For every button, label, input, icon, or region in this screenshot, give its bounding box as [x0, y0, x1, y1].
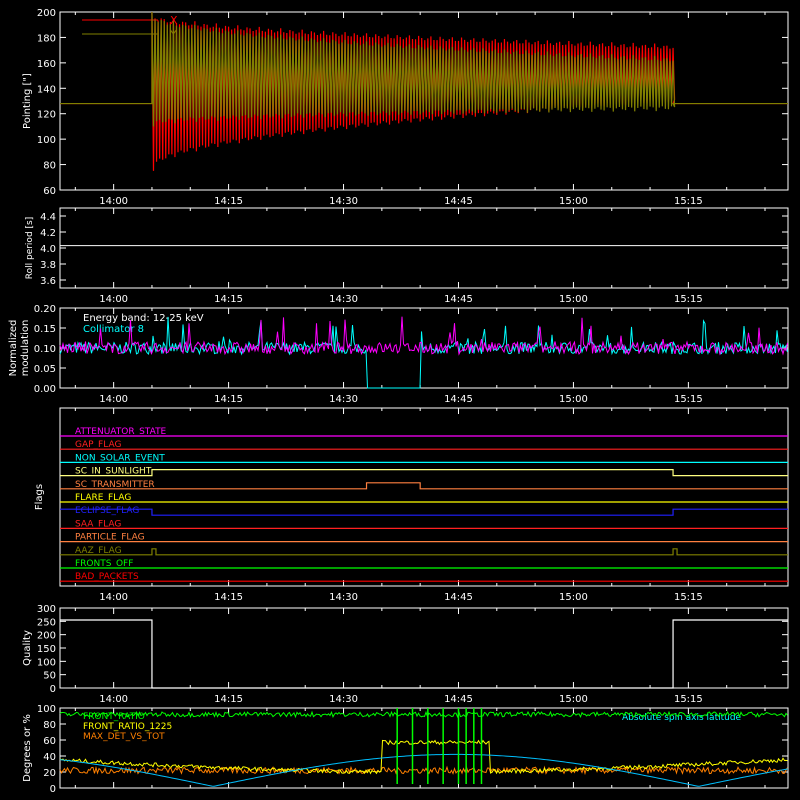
- panel1-xtick-label-4: 15:00: [559, 196, 588, 207]
- panel2-ytick-label-4: 4.4: [40, 212, 56, 223]
- flag-label-flare_flag: FLARE_FLAG: [75, 493, 131, 503]
- panel2-xtick-label-1: 14:15: [214, 294, 243, 305]
- panel1-ytick-label-2: 100: [37, 135, 56, 146]
- flag-line-sc_in_sunlight: [60, 469, 788, 477]
- panel5-ytick-label-1: 50: [43, 671, 56, 682]
- panel1-ytick-label-3: 120: [37, 110, 56, 121]
- panel3-xtick-label-2: 14:30: [329, 394, 358, 405]
- panel2-ytick-label-0: 3.6: [40, 276, 56, 287]
- panel3-ytick-label-1: 0.05: [34, 364, 56, 375]
- panel6-ytick-label-0: 0: [50, 784, 56, 795]
- panel1-xtick-label-2: 14:30: [329, 196, 358, 207]
- panel2-ylabel: Roll period [s]: [25, 217, 35, 279]
- panel1-ytick-label-6: 180: [37, 33, 56, 44]
- quality-line: [60, 619, 788, 689]
- panel3-xtick-label-0: 14:00: [99, 394, 128, 405]
- flag-label-bad_packets: BAD_PACKETS: [75, 572, 139, 582]
- flag-label-attenuator_state: ATTENUATOR_STATE: [75, 427, 167, 437]
- flag-label-saa_flag: SAA_FLAG: [75, 519, 121, 529]
- panel1-xtick-label-3: 14:45: [444, 196, 473, 207]
- panel5-ylabel: Quality: [22, 630, 33, 666]
- panel3-ylabel-line2: modulation: [20, 320, 31, 377]
- energy-band-annotation: Energy band: 12-25 keV: [83, 313, 204, 324]
- flag-label-aaz_flag: AAZ_FLAG: [75, 546, 122, 556]
- panel6-ylabel: Degrees or %: [22, 714, 33, 782]
- generated-marks: 608010012014016018020014:00 14:15 14:30 14:…: [34, 8, 789, 795]
- collimator-annotation: Collimator 8: [83, 324, 144, 335]
- panel5-xtick-label-2: 14:30: [329, 694, 358, 705]
- panel1-ytick-label-4: 140: [37, 84, 56, 95]
- panel1-xtick-label-0: 14:00: [99, 196, 128, 207]
- panel1-ylabel: Pointing ["]: [22, 73, 33, 129]
- panel3-xtick-label-4: 15:00: [559, 394, 588, 405]
- panel3-xtick-label-3: 14:45: [444, 394, 473, 405]
- panel4-xtick-label-0: 14:00: [99, 592, 128, 603]
- panel5-ytick-label-6: 300: [37, 604, 56, 615]
- legend-max-det: MAX_DET_VS_TOT: [83, 732, 165, 742]
- legend-front-ratio-1225: FRONT_RATIO_1225: [83, 722, 172, 732]
- panel1-xtick-label-1: 14:15: [214, 196, 243, 207]
- panel4-xtick-label-3: 14:45: [444, 592, 473, 603]
- panel2-ytick-label-1: 3.8: [40, 260, 56, 271]
- flag-label-eclipse_flag: ECLIPSE_FLAG: [75, 506, 139, 516]
- panel5-xtick-label-5: 15:15: [674, 694, 703, 705]
- panel3-xtick-label-5: 15:15: [674, 394, 703, 405]
- flag-label-sc_transmitter: SC_TRANSMITTER: [75, 480, 155, 490]
- flag-line-aaz_flag: [60, 548, 788, 556]
- panel4-xtick-label-2: 14:30: [329, 592, 358, 603]
- panel1-ytick-label-1: 80: [43, 161, 56, 172]
- flag-label-non_solar_event: NON_SOLAR_EVENT: [75, 453, 165, 463]
- panel5-xtick-label-3: 14:45: [444, 694, 473, 705]
- panel1-ytick-label-0: 60: [43, 186, 56, 197]
- flag-line-sc_transmitter: [60, 482, 788, 490]
- panel5-ytick-label-5: 250: [37, 617, 56, 628]
- panel6-ytick-label-3: 60: [43, 736, 56, 747]
- panel4-xtick-label-5: 15:15: [674, 592, 703, 603]
- panel2-xtick-label-4: 15:00: [559, 294, 588, 305]
- panel3-ytick-label-3: 0.15: [34, 324, 56, 335]
- flag-label-particle_flag: PARTICLE_FLAG: [75, 533, 145, 543]
- panel6-ytick-label-1: 20: [43, 768, 56, 779]
- panel3-ytick-label-4: 0.20: [34, 304, 56, 315]
- flag-label-sc_in_sunlight: SC_IN_SUNLIGHT: [75, 467, 152, 477]
- panel6-ytick-label-4: 80: [43, 720, 56, 731]
- panel1-ytick-label-7: 200: [37, 8, 56, 19]
- panel5-xtick-label-1: 14:15: [214, 694, 243, 705]
- flag-line-eclipse_flag: [60, 508, 788, 516]
- panel1-xtick-label-5: 15:15: [674, 196, 703, 207]
- panel3-ylabel-line1: Normalized: [8, 320, 19, 377]
- panel3-ytick-label-0: 0.00: [34, 384, 56, 395]
- panel5-ytick-label-3: 150: [37, 644, 56, 655]
- panel4-frame: [59, 407, 789, 587]
- panel2-xtick-label-5: 15:15: [674, 294, 703, 305]
- panel4-xtick-label-4: 15:00: [559, 592, 588, 603]
- multi-panel-chart: Pointing ["] Roll period [s] Normalized …: [0, 0, 800, 800]
- panel2-ytick-label-3: 4.2: [40, 228, 56, 239]
- panel2-ytick-label-2: 4.0: [40, 244, 56, 255]
- flag-label-gap_flag: GAP_FLAG: [75, 440, 121, 450]
- panel4-xtick-label-1: 14:15: [214, 592, 243, 603]
- panel2-xtick-label-2: 14:30: [329, 294, 358, 305]
- panel5-xtick-label-4: 15:00: [559, 694, 588, 705]
- panel2-frame: [59, 207, 789, 289]
- panel5-ytick-label-0: 0: [50, 684, 56, 695]
- panel4-ylabel: Flags: [34, 484, 45, 510]
- panel3-xtick-label-1: 14:15: [214, 394, 243, 405]
- panel5-ytick-label-4: 200: [37, 631, 56, 642]
- panel3-ytick-label-2: 0.10: [34, 344, 56, 355]
- panel1-ytick-label-5: 160: [37, 59, 56, 70]
- panel6-ytick-label-2: 40: [43, 752, 56, 763]
- panel6-ytick-label-5: 100: [37, 704, 56, 715]
- panel5-ytick-label-2: 100: [37, 657, 56, 668]
- panel2-xtick-label-0: 14:00: [99, 294, 128, 305]
- series-max-det-vs-tot: [59, 765, 788, 776]
- panel2-xtick-label-3: 14:45: [444, 294, 473, 305]
- panel5-xtick-label-0: 14:00: [99, 694, 128, 705]
- flag-label-fronts_off: FRONTS_OFF: [75, 559, 133, 569]
